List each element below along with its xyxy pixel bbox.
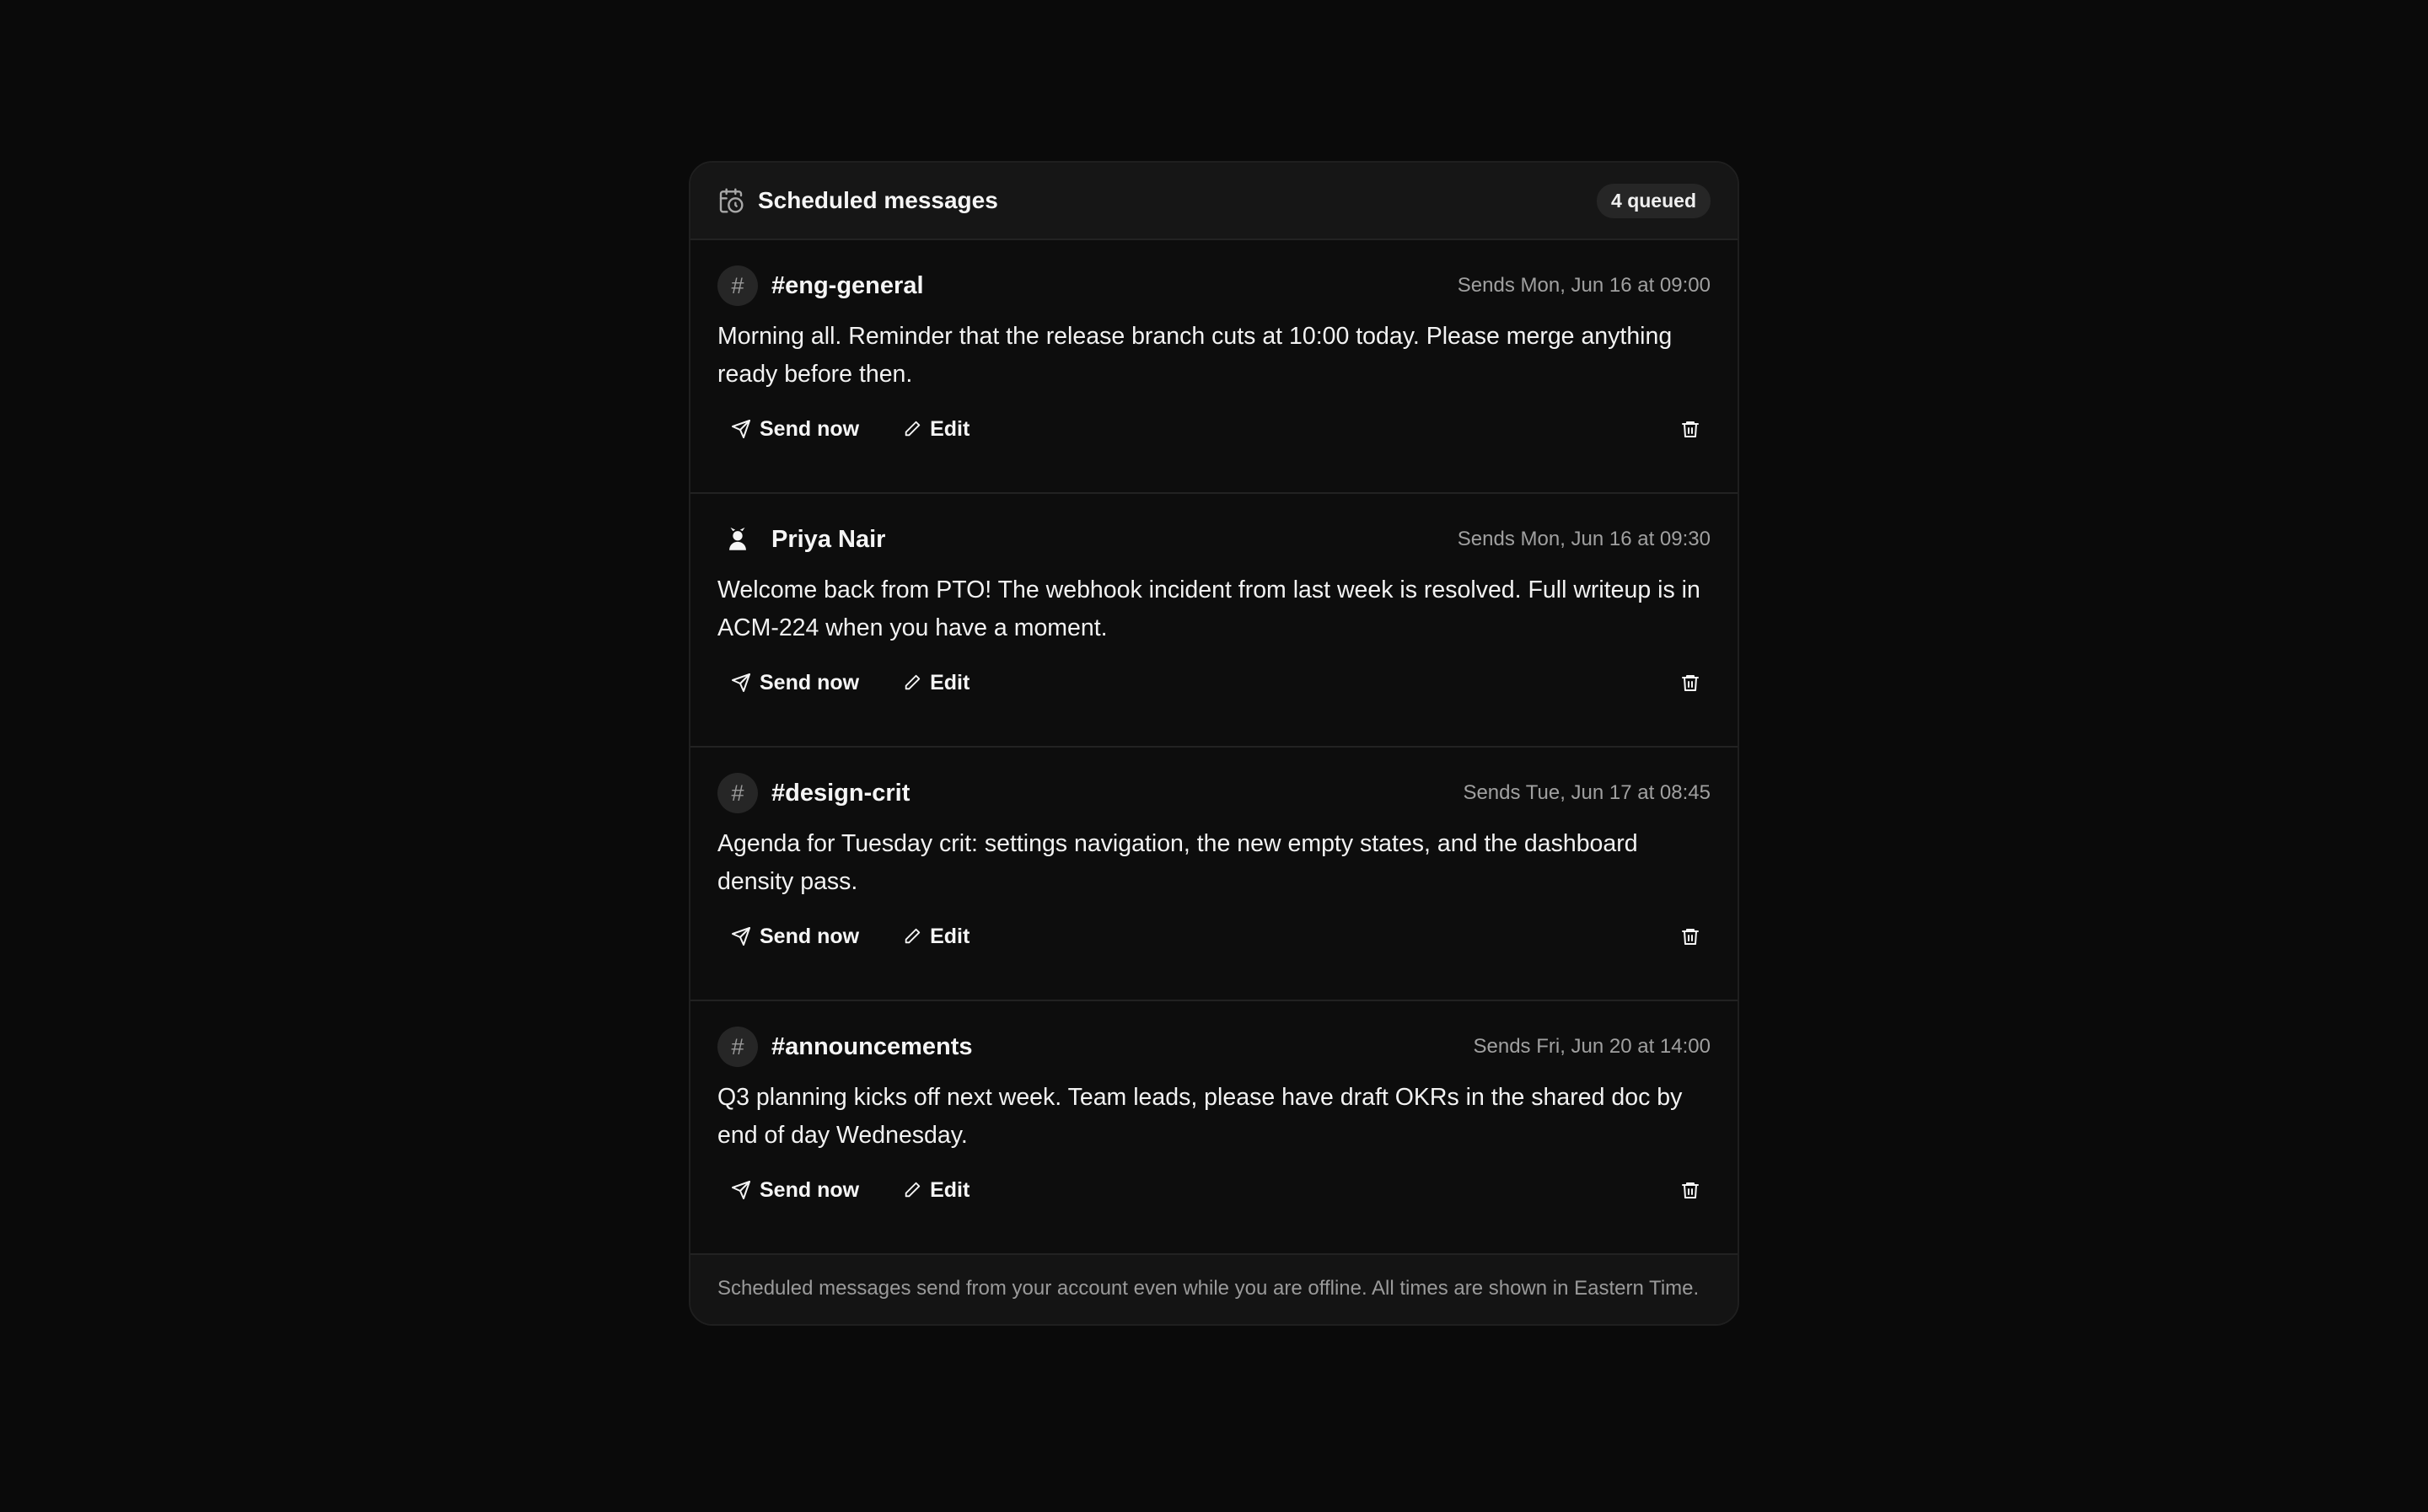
message-body: Agenda for Tuesday crit: settings naviga… (717, 830, 1638, 895)
message-body: Welcome back from PTO! The webhook incid… (717, 576, 1700, 641)
edit-label: Edit (930, 670, 970, 694)
avatar (717, 519, 758, 560)
message-target: #announcements (771, 1032, 973, 1060)
send-now-label: Send now (760, 924, 860, 948)
hash-icon: # (717, 265, 758, 306)
send-icon (732, 673, 750, 692)
hash-icon: # (717, 773, 758, 813)
send-now-label: Send now (760, 1177, 860, 1202)
edit-button[interactable]: Edit (889, 1172, 983, 1209)
message-body: Morning all. Reminder that the release b… (717, 323, 1673, 388)
message-target: Priya Nair (771, 525, 886, 553)
send-icon (732, 420, 750, 438)
scheduled-message: Priya Nair Sends Mon, Jun 16 at 09:30 We… (690, 494, 1738, 748)
trash-icon (1682, 929, 1699, 945)
trash-icon (1682, 1182, 1699, 1198)
edit-button[interactable]: Edit (889, 664, 983, 702)
edit-label: Edit (930, 1177, 970, 1202)
send-time: Sends Tue, Jun 17 at 08:45 (1463, 781, 1711, 804)
pencil-icon (905, 1182, 921, 1198)
pencil-icon (905, 928, 921, 944)
send-now-label: Send now (760, 416, 860, 441)
scheduled-message: # #design-crit Sends Tue, Jun 17 at 08:4… (690, 748, 1738, 1001)
send-time: Sends Fri, Jun 20 at 14:00 (1473, 1035, 1711, 1058)
scheduled-messages-panel: Scheduled messages 4 queued # #eng-gener… (689, 161, 1739, 1326)
scheduled-message: # #eng-general Sends Mon, Jun 16 at 09:0… (690, 240, 1738, 494)
delete-button[interactable] (1670, 665, 1711, 700)
trash-icon (1682, 675, 1699, 691)
calendar-clock-icon (717, 186, 746, 215)
send-icon (732, 927, 750, 946)
edit-label: Edit (930, 924, 970, 948)
send-now-label: Send now (760, 670, 860, 694)
hash-icon: # (717, 1027, 758, 1067)
footer-note: Scheduled messages send from your accoun… (690, 1255, 1738, 1324)
send-now-button[interactable]: Send now (717, 664, 873, 702)
delete-button[interactable] (1670, 411, 1711, 447)
message-target: #eng-general (771, 271, 924, 299)
panel-title: Scheduled messages (758, 187, 998, 213)
trash-icon (1682, 421, 1699, 437)
pencil-icon (905, 421, 921, 437)
edit-button[interactable]: Edit (889, 918, 983, 956)
queued-count-badge: 4 queued (1597, 183, 1711, 218)
edit-label: Edit (930, 416, 970, 441)
pencil-icon (905, 674, 921, 690)
send-icon (732, 1181, 750, 1199)
send-now-button[interactable]: Send now (717, 1172, 873, 1209)
send-now-button[interactable]: Send now (717, 410, 873, 448)
delete-button[interactable] (1670, 919, 1711, 954)
message-target: #design-crit (771, 779, 910, 807)
message-body: Q3 planning kicks off next week. Team le… (717, 1084, 1683, 1149)
scheduled-message: # #announcements Sends Fri, Jun 20 at 14… (690, 1001, 1738, 1255)
panel-header: Scheduled messages 4 queued (690, 163, 1738, 240)
edit-button[interactable]: Edit (889, 410, 983, 448)
delete-button[interactable] (1670, 1172, 1711, 1208)
send-time: Sends Mon, Jun 16 at 09:30 (1457, 528, 1711, 550)
send-now-button[interactable]: Send now (717, 918, 873, 956)
send-time: Sends Mon, Jun 16 at 09:00 (1457, 274, 1711, 297)
